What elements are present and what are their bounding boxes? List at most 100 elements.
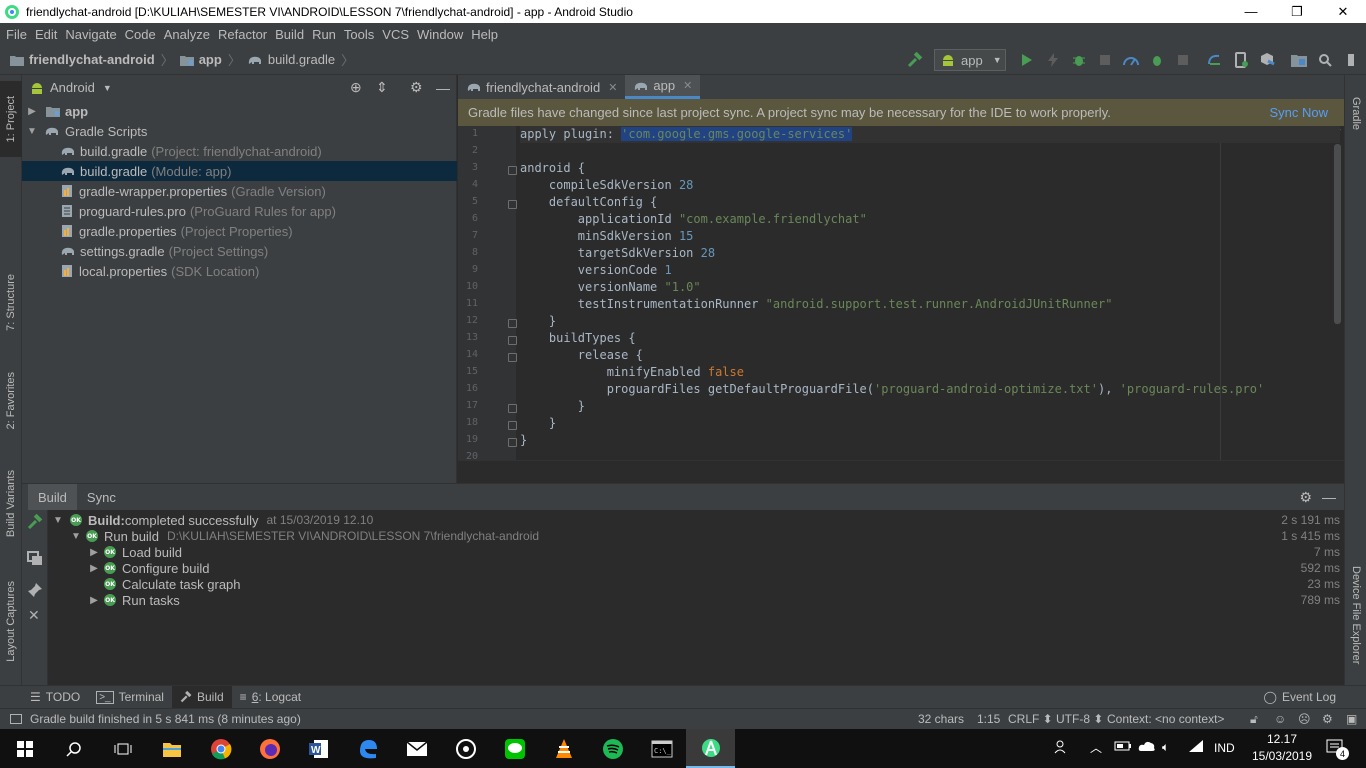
windows-start-icon[interactable] (0, 729, 49, 768)
collapse-arrow-icon[interactable]: ▼ (70, 531, 82, 542)
expand-arrow-icon[interactable]: ▶ (88, 547, 100, 558)
tree-item-build-gradle-module[interactable]: build.gradle (Module: app) (22, 161, 457, 181)
lock-icon[interactable]: 🔓︎ (1250, 712, 1258, 727)
tool-tab-build-variants[interactable]: Build Variants (0, 459, 22, 549)
menu-vcs[interactable]: VCS (378, 27, 413, 42)
line-app-icon[interactable] (490, 729, 539, 768)
line-separator[interactable]: CRLF ⬍ (1008, 712, 1053, 726)
fold-marker-icon[interactable] (508, 166, 517, 175)
battery-icon[interactable] (1114, 740, 1132, 755)
breadcrumb-app[interactable]: app (179, 52, 222, 67)
command-prompt-icon[interactable]: C:\_ (637, 729, 686, 768)
file-encoding[interactable]: UTF-8 ⬍ (1056, 712, 1103, 726)
tree-item-build-gradle-project[interactable]: build.gradle (Project: friendlychat-andro… (22, 141, 457, 161)
tree-item-gradle-wrapper-properties[interactable]: gradle-wrapper.properties (Gradle Version… (22, 181, 457, 201)
task-view-icon[interactable] (98, 729, 147, 768)
tool-tab-project[interactable]: 1: Project (0, 81, 22, 157)
build-row-run-build[interactable]: ▼ OK Run build D:\KULIAH\SEMESTER VI\AND… (48, 528, 1344, 544)
tool-tab-todo[interactable]: ☰ TODO (22, 686, 88, 709)
status-message[interactable]: Gradle build finished in 5 s 841 ms (8 m… (30, 712, 301, 726)
menu-analyze[interactable]: Analyze (160, 27, 214, 42)
sdk-manager-icon[interactable] (1256, 49, 1278, 71)
chrome-icon[interactable] (196, 729, 245, 768)
hide-panel-icon[interactable]: — (436, 80, 450, 96)
stop-icon[interactable] (1172, 49, 1194, 71)
tab-sync[interactable]: Sync (77, 484, 126, 510)
context-indicator[interactable]: Context: <no context> (1107, 712, 1224, 726)
build-row-completed[interactable]: ▼ OK Build: completed successfully at 15… (48, 512, 1344, 528)
expand-arrow-icon[interactable]: ▶ (88, 595, 100, 606)
debug-icon[interactable] (1068, 49, 1090, 71)
run-icon[interactable] (1016, 49, 1038, 71)
menu-refactor[interactable]: Refactor (214, 27, 271, 42)
toggle-view-icon[interactable] (27, 550, 43, 569)
tool-tab-gradle[interactable]: Gradle (1345, 83, 1366, 145)
tab-build[interactable]: Build (28, 484, 77, 510)
word-icon[interactable]: W (294, 729, 343, 768)
collapse-arrow-icon[interactable]: ▼ (26, 126, 38, 137)
input-language[interactable]: IND (1214, 741, 1235, 755)
gear-icon[interactable]: ⚙ (1299, 489, 1312, 506)
edge-icon[interactable] (343, 729, 392, 768)
menu-navigate[interactable]: Navigate (61, 27, 120, 42)
code-editor[interactable]: 1 2 3 4 5 6 7 8 9 10 11 12 13 14 15 16 1… (458, 126, 1344, 462)
onedrive-icon[interactable] (1138, 739, 1156, 756)
expand-arrow-icon[interactable]: ▶ (26, 106, 38, 117)
fold-marker-icon[interactable] (508, 353, 517, 362)
tab-app[interactable]: app ✕ (625, 75, 701, 99)
project-view-select[interactable]: Android (50, 80, 95, 95)
build-row-configure-build[interactable]: ▶ OK Configure build 592 ms (48, 560, 1344, 576)
caret-position[interactable]: 1:15 (977, 712, 1000, 726)
pin-icon[interactable] (27, 582, 43, 601)
build-row-run-tasks[interactable]: ▶ OK Run tasks 789 ms (48, 592, 1344, 608)
tree-item-app[interactable]: ▶ app (22, 101, 457, 121)
vlc-icon[interactable] (539, 729, 588, 768)
sync-gradle-icon[interactable] (1204, 49, 1226, 71)
expand-arrow-icon[interactable]: ▶ (88, 563, 100, 574)
close-window-button[interactable]: ✕ (1320, 0, 1366, 23)
people-icon[interactable] (1054, 739, 1070, 758)
menu-help[interactable]: Help (467, 27, 502, 42)
run-with-coverage-icon[interactable] (1146, 49, 1168, 71)
tab-friendlychat-android[interactable]: friendlychat-android ✕ (458, 75, 625, 99)
tool-tab-layout-captures[interactable]: Layout Captures (0, 571, 22, 671)
show-hidden-icons-icon[interactable]: ︿ (1090, 739, 1102, 756)
menu-code[interactable]: Code (121, 27, 160, 42)
menu-window[interactable]: Window (413, 27, 467, 42)
fold-marker-icon[interactable] (508, 421, 517, 430)
notifications-icon[interactable]: ▣ (1346, 712, 1357, 726)
fold-marker-icon[interactable] (508, 319, 517, 328)
restore-button[interactable]: ❐ (1274, 0, 1320, 23)
dropdown-arrow-icon[interactable]: ▼ (103, 83, 112, 93)
search-everywhere-icon[interactable] (1314, 49, 1336, 71)
fold-marker-icon[interactable] (508, 336, 517, 345)
close-tab-icon[interactable]: ✕ (683, 79, 692, 92)
search-icon[interactable] (49, 729, 98, 768)
tree-item-gradle-scripts[interactable]: ▼ Gradle Scripts (22, 121, 457, 141)
tool-tab-event-log[interactable]: ◯ Event Log (1256, 686, 1344, 709)
tree-item-proguard-rules[interactable]: proguard-rules.pro (ProGuard Rules for ap… (22, 201, 457, 221)
menu-file[interactable]: File (2, 27, 31, 42)
rebuild-hammer-icon[interactable] (27, 513, 43, 533)
breadcrumb-build-gradle[interactable]: build.gradle (247, 52, 335, 67)
firefox-icon[interactable] (245, 729, 294, 768)
taskbar-clock[interactable]: 12.17 15/03/2019 (1250, 731, 1314, 765)
tool-tab-structure[interactable]: 7: Structure (0, 263, 22, 341)
tree-item-gradle-properties[interactable]: gradle.properties (Project Properties) (22, 221, 457, 241)
gear-icon[interactable]: ⚙ (410, 79, 423, 96)
avd-manager-icon[interactable] (1230, 49, 1252, 71)
tool-tab-favorites[interactable]: 2: Favorites (0, 361, 22, 441)
scroll-from-source-icon[interactable]: ⊕ (350, 79, 362, 96)
attach-debugger-icon[interactable] (1094, 49, 1116, 71)
build-row-load-build[interactable]: ▶ OK Load build 7 ms (48, 544, 1344, 560)
run-config-select[interactable]: app ▼ (934, 49, 1006, 71)
project-structure-icon[interactable] (1288, 49, 1310, 71)
menu-tools[interactable]: Tools (340, 27, 378, 42)
tree-item-settings-gradle[interactable]: settings.gradle (Project Settings) (22, 241, 457, 261)
hide-panel-icon[interactable]: — (1322, 489, 1336, 505)
menu-edit[interactable]: Edit (31, 27, 61, 42)
collapse-all-icon[interactable]: ⇕ (376, 79, 388, 96)
fold-marker-icon[interactable] (508, 404, 517, 413)
tool-tab-terminal[interactable]: >_ Terminal (88, 686, 172, 709)
apply-changes-icon[interactable] (1042, 49, 1064, 71)
